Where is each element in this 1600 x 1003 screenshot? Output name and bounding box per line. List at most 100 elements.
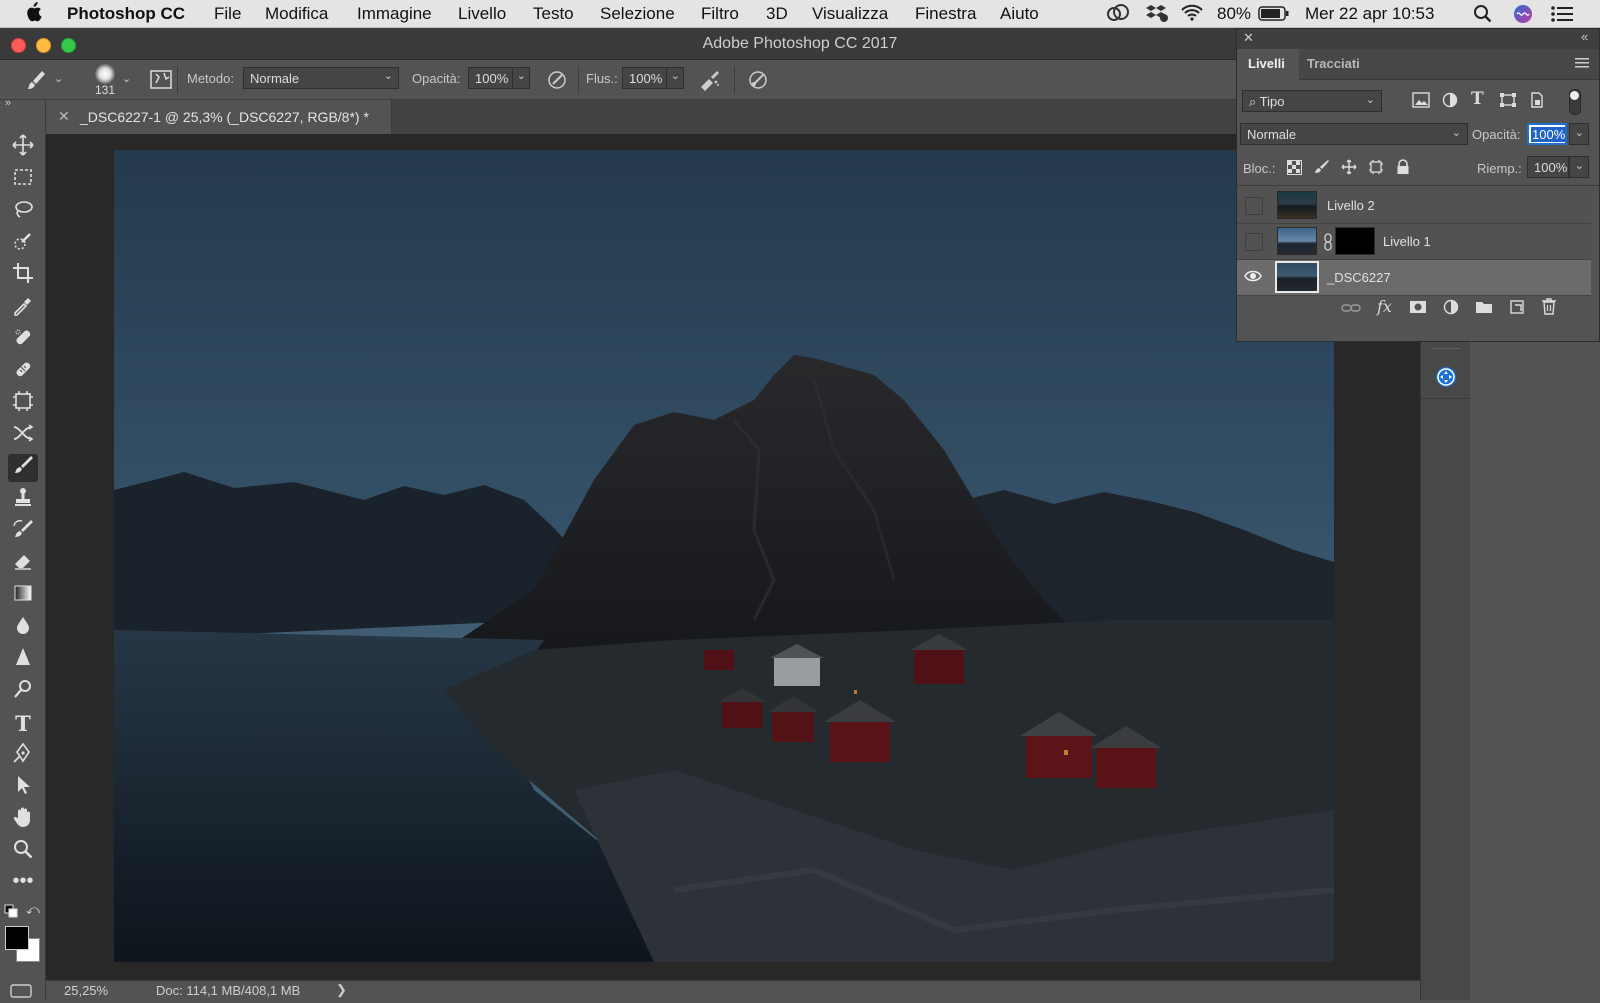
- status-menu-arrow-icon[interactable]: ❯: [336, 982, 347, 998]
- eye-icon[interactable]: [1244, 269, 1262, 288]
- battery-icon[interactable]: [1258, 5, 1290, 28]
- menu-immagine[interactable]: Immagine: [357, 4, 432, 24]
- app-name[interactable]: Photoshop CC: [67, 4, 185, 24]
- layer-mask-thumbnail[interactable]: [1335, 227, 1375, 255]
- creative-cloud-icon[interactable]: [1106, 3, 1130, 28]
- dock-grip[interactable]: [1433, 348, 1459, 353]
- spotlight-search-icon[interactable]: [1473, 4, 1493, 29]
- dropbox-icon[interactable]: [1145, 3, 1169, 28]
- filter-pixel-layers-icon[interactable]: [1412, 92, 1430, 112]
- brush-tool-preset-icon[interactable]: [24, 68, 48, 97]
- close-tab-icon[interactable]: ✕: [58, 108, 70, 125]
- notification-center-icon[interactable]: [1550, 4, 1574, 29]
- lasso-tool-icon[interactable]: [8, 198, 38, 226]
- blend-mode-select[interactable]: Normale ⌄: [243, 67, 399, 89]
- eraser-tool-icon[interactable]: [8, 550, 38, 578]
- brush-panel-toggle-icon[interactable]: [150, 68, 172, 95]
- menu-visualizza[interactable]: Visualizza: [812, 4, 888, 24]
- new-layer-icon[interactable]: [1509, 299, 1525, 319]
- eyedropper-tool-icon[interactable]: [8, 294, 38, 322]
- clone-stamp-tool-icon[interactable]: [8, 486, 38, 514]
- menu-modifica[interactable]: Modifica: [265, 4, 328, 24]
- navigator-panel-icon[interactable]: [1435, 366, 1457, 393]
- filter-smart-object-icon[interactable]: [1529, 92, 1545, 112]
- layer-row-livello-2[interactable]: Livello 2: [1237, 188, 1591, 224]
- move-tool-icon[interactable]: [8, 134, 38, 162]
- panel-menu-icon[interactable]: [1575, 56, 1589, 74]
- layer-style-fx-icon[interactable]: fx: [1377, 297, 1392, 316]
- default-colors-icon[interactable]: [4, 904, 18, 923]
- menu-testo[interactable]: Testo: [533, 4, 574, 24]
- layer-mask-link-icon[interactable]: [1323, 233, 1333, 256]
- zoom-tool-icon[interactable]: [8, 838, 38, 866]
- layer-blend-mode-select[interactable]: Normale ⌄: [1240, 123, 1468, 145]
- gradient-tool-icon[interactable]: [8, 582, 38, 610]
- hand-tool-icon[interactable]: [8, 806, 38, 834]
- filter-shape-layers-icon[interactable]: [1499, 92, 1517, 112]
- layer-name[interactable]: Livello 2: [1327, 198, 1375, 213]
- chevron-down-icon[interactable]: ⌄: [54, 72, 63, 85]
- flow-dropdown-button[interactable]: ⌄: [666, 67, 684, 89]
- pressure-opacity-icon[interactable]: [545, 68, 569, 97]
- layer-opacity-input[interactable]: 100%: [1527, 123, 1567, 145]
- brush-tool-icon[interactable]: [8, 454, 38, 482]
- siri-icon[interactable]: [1512, 3, 1534, 30]
- clock[interactable]: Mer 22 apr 10:53: [1305, 4, 1434, 24]
- filter-toggle-switch[interactable]: [1569, 89, 1581, 115]
- dodge-tool-icon[interactable]: [8, 678, 38, 706]
- apple-icon[interactable]: [24, 2, 42, 27]
- menu-3d[interactable]: 3D: [766, 4, 788, 24]
- lock-all-icon[interactable]: [1396, 159, 1410, 179]
- fill-input[interactable]: 100%: [1527, 156, 1569, 178]
- tab-livelli[interactable]: Livelli: [1237, 49, 1299, 80]
- filter-adjustment-layers-icon[interactable]: [1442, 92, 1458, 112]
- pressure-size-icon[interactable]: [746, 68, 770, 97]
- airbrush-icon[interactable]: [698, 68, 722, 97]
- menu-livello[interactable]: Livello: [458, 4, 506, 24]
- type-tool-icon[interactable]: T: [8, 710, 38, 738]
- close-panel-icon[interactable]: ✕: [1243, 30, 1254, 46]
- menu-file[interactable]: File: [214, 4, 241, 24]
- lock-position-icon[interactable]: [1341, 159, 1357, 179]
- new-group-folder-icon[interactable]: [1475, 300, 1493, 318]
- crop-tool-icon[interactable]: [8, 262, 38, 290]
- wifi-icon[interactable]: [1180, 3, 1204, 28]
- frame-tool-icon[interactable]: [8, 390, 38, 418]
- more-tools-icon[interactable]: •••: [8, 870, 38, 898]
- foreground-color-swatch[interactable]: [5, 926, 29, 950]
- lock-image-pixels-icon[interactable]: [1314, 159, 1330, 179]
- blur-tool-icon[interactable]: [8, 614, 38, 642]
- photo-canvas[interactable]: [114, 150, 1334, 962]
- menu-selezione[interactable]: Selezione: [600, 4, 675, 24]
- lock-transparent-pixels-icon[interactable]: [1287, 160, 1302, 179]
- marquee-tool-icon[interactable]: [8, 166, 38, 194]
- flow-input[interactable]: 100%: [622, 67, 668, 89]
- menu-filtro[interactable]: Filtro: [701, 4, 739, 24]
- layer-visibility-toggle[interactable]: [1245, 197, 1263, 215]
- layer-row-dsc6227[interactable]: _DSC6227: [1237, 260, 1591, 296]
- document-tab[interactable]: ✕ _DSC6227-1 @ 25,3% (_DSC6227, RGB/8*) …: [46, 100, 392, 134]
- opacity-input[interactable]: 100%: [468, 67, 514, 89]
- history-brush-tool-icon[interactable]: [8, 518, 38, 546]
- expand-panel-icon[interactable]: »: [5, 97, 11, 109]
- tab-tracciati[interactable]: Tracciati: [1307, 56, 1360, 71]
- add-layer-mask-icon[interactable]: [1409, 300, 1427, 318]
- collapse-panel-icon[interactable]: «: [1581, 29, 1588, 44]
- healing-brush-tool-icon[interactable]: [8, 358, 38, 386]
- chevron-down-icon[interactable]: ⌄: [122, 72, 131, 85]
- brush-size-picker[interactable]: 131: [88, 62, 124, 98]
- delete-layer-trash-icon[interactable]: [1541, 298, 1557, 319]
- quick-selection-tool-icon[interactable]: [8, 230, 38, 258]
- menu-finestra[interactable]: Finestra: [915, 4, 976, 24]
- layer-name[interactable]: _DSC6227: [1327, 270, 1391, 285]
- link-layers-icon[interactable]: [1341, 301, 1361, 319]
- layer-row-livello-1[interactable]: Livello 1: [1237, 224, 1591, 260]
- pen-tool-icon[interactable]: [8, 742, 38, 770]
- lock-artboard-icon[interactable]: [1368, 159, 1384, 179]
- layer-opacity-dropdown-button[interactable]: ⌄: [1569, 123, 1589, 145]
- layer-visibility-toggle[interactable]: [1245, 233, 1263, 251]
- spot-healing-tool-icon[interactable]: [8, 326, 38, 354]
- path-selection-tool-icon[interactable]: [8, 774, 38, 802]
- swap-colors-icon[interactable]: ⤺: [26, 902, 40, 918]
- sharpen-tool-icon[interactable]: [8, 646, 38, 674]
